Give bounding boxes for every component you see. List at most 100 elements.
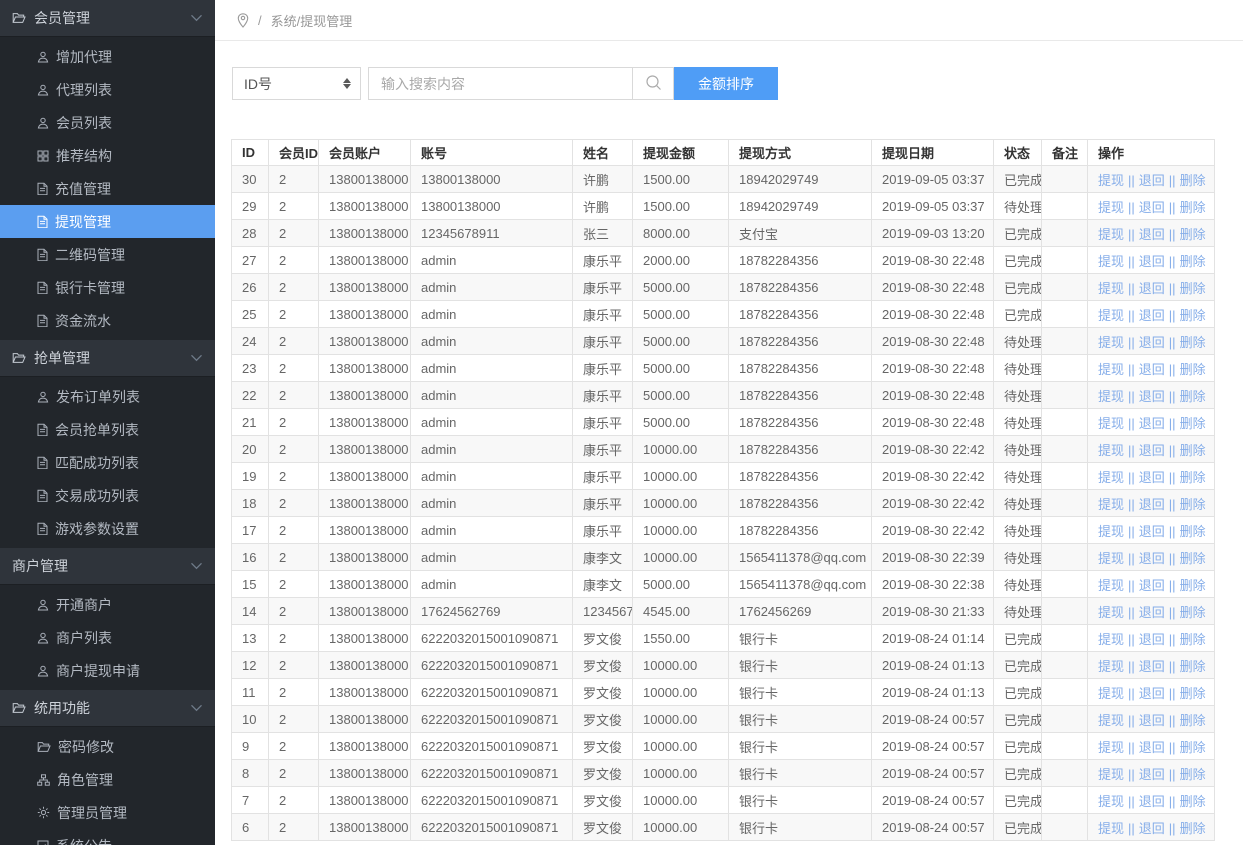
return-link[interactable]: 退回 [1139, 416, 1165, 431]
delete-link[interactable]: 删除 [1180, 578, 1206, 593]
withdraw-link[interactable]: 提现 [1098, 524, 1124, 539]
withdraw-link[interactable]: 提现 [1098, 767, 1124, 782]
sidebar-item[interactable]: 提现管理 [0, 205, 215, 238]
delete-link[interactable]: 删除 [1180, 200, 1206, 215]
withdraw-link[interactable]: 提现 [1098, 389, 1124, 404]
withdraw-link[interactable]: 提现 [1098, 227, 1124, 242]
sidebar-item[interactable]: 二维码管理 [0, 238, 215, 271]
sidebar-item[interactable]: 交易成功列表 [0, 479, 215, 512]
withdraw-link[interactable]: 提现 [1098, 686, 1124, 701]
return-link[interactable]: 退回 [1139, 227, 1165, 242]
delete-link[interactable]: 删除 [1180, 281, 1206, 296]
delete-link[interactable]: 删除 [1180, 389, 1206, 404]
withdraw-link[interactable]: 提现 [1098, 200, 1124, 215]
withdraw-link[interactable]: 提现 [1098, 713, 1124, 728]
delete-link[interactable]: 删除 [1180, 713, 1206, 728]
withdraw-link[interactable]: 提现 [1098, 254, 1124, 269]
return-link[interactable]: 退回 [1139, 308, 1165, 323]
delete-link[interactable]: 删除 [1180, 740, 1206, 755]
delete-link[interactable]: 删除 [1180, 632, 1206, 647]
withdraw-link[interactable]: 提现 [1098, 632, 1124, 647]
sidebar-group-header[interactable]: 商户管理 [0, 548, 215, 585]
return-link[interactable]: 退回 [1139, 740, 1165, 755]
return-link[interactable]: 退回 [1139, 659, 1165, 674]
withdraw-link[interactable]: 提现 [1098, 281, 1124, 296]
withdraw-link[interactable]: 提现 [1098, 659, 1124, 674]
sidebar-item[interactable]: 会员列表 [0, 106, 215, 139]
return-link[interactable]: 退回 [1139, 632, 1165, 647]
withdraw-link[interactable]: 提现 [1098, 362, 1124, 377]
delete-link[interactable]: 删除 [1180, 443, 1206, 458]
sidebar-item[interactable]: 代理列表 [0, 73, 215, 106]
amount-sort-button[interactable]: 金额排序 [674, 67, 778, 100]
withdraw-link[interactable]: 提现 [1098, 470, 1124, 485]
delete-link[interactable]: 删除 [1180, 497, 1206, 512]
return-link[interactable]: 退回 [1139, 551, 1165, 566]
delete-link[interactable]: 删除 [1180, 308, 1206, 323]
delete-link[interactable]: 删除 [1180, 362, 1206, 377]
sidebar-item[interactable]: 发布订单列表 [0, 380, 215, 413]
withdraw-link[interactable]: 提现 [1098, 605, 1124, 620]
return-link[interactable]: 退回 [1139, 578, 1165, 593]
return-link[interactable]: 退回 [1139, 605, 1165, 620]
delete-link[interactable]: 删除 [1180, 551, 1206, 566]
sidebar-group-header[interactable]: 统用功能 [0, 690, 215, 727]
withdraw-link[interactable]: 提现 [1098, 551, 1124, 566]
withdraw-link[interactable]: 提现 [1098, 794, 1124, 809]
delete-link[interactable]: 删除 [1180, 659, 1206, 674]
sidebar-item[interactable]: 游戏参数设置 [0, 512, 215, 545]
sidebar-item[interactable]: 商户提现申请 [0, 654, 215, 687]
delete-link[interactable]: 删除 [1180, 416, 1206, 431]
sidebar-item[interactable]: 会员抢单列表 [0, 413, 215, 446]
sidebar-item[interactable]: 开通商户 [0, 588, 215, 621]
sidebar-group-header[interactable]: 抢单管理 [0, 340, 215, 377]
delete-link[interactable]: 删除 [1180, 605, 1206, 620]
return-link[interactable]: 退回 [1139, 200, 1165, 215]
return-link[interactable]: 退回 [1139, 794, 1165, 809]
return-link[interactable]: 退回 [1139, 254, 1165, 269]
withdraw-link[interactable]: 提现 [1098, 578, 1124, 593]
withdraw-link[interactable]: 提现 [1098, 308, 1124, 323]
withdraw-link[interactable]: 提现 [1098, 173, 1124, 188]
delete-link[interactable]: 删除 [1180, 335, 1206, 350]
delete-link[interactable]: 删除 [1180, 686, 1206, 701]
sidebar-item[interactable]: 资金流水 [0, 304, 215, 337]
withdraw-link[interactable]: 提现 [1098, 335, 1124, 350]
return-link[interactable]: 退回 [1139, 713, 1165, 728]
withdraw-link[interactable]: 提现 [1098, 821, 1124, 836]
withdraw-link[interactable]: 提现 [1098, 497, 1124, 512]
return-link[interactable]: 退回 [1139, 524, 1165, 539]
return-link[interactable]: 退回 [1139, 173, 1165, 188]
delete-link[interactable]: 删除 [1180, 254, 1206, 269]
return-link[interactable]: 退回 [1139, 443, 1165, 458]
sidebar-item[interactable]: 商户列表 [0, 621, 215, 654]
return-link[interactable]: 退回 [1139, 821, 1165, 836]
sidebar-group-header[interactable]: 会员管理 [0, 0, 215, 37]
sidebar-item[interactable]: 系统公告 [0, 829, 215, 845]
return-link[interactable]: 退回 [1139, 686, 1165, 701]
sidebar-item[interactable]: 银行卡管理 [0, 271, 215, 304]
search-button[interactable] [633, 67, 674, 100]
return-link[interactable]: 退回 [1139, 389, 1165, 404]
withdraw-link[interactable]: 提现 [1098, 416, 1124, 431]
withdraw-link[interactable]: 提现 [1098, 740, 1124, 755]
return-link[interactable]: 退回 [1139, 497, 1165, 512]
delete-link[interactable]: 删除 [1180, 767, 1206, 782]
sidebar-item[interactable]: 充值管理 [0, 172, 215, 205]
sidebar-item[interactable]: 匹配成功列表 [0, 446, 215, 479]
sidebar-item[interactable]: 角色管理 [0, 763, 215, 796]
delete-link[interactable]: 删除 [1180, 821, 1206, 836]
sidebar-item[interactable]: 推荐结构 [0, 139, 215, 172]
return-link[interactable]: 退回 [1139, 470, 1165, 485]
delete-link[interactable]: 删除 [1180, 173, 1206, 188]
sidebar-item[interactable]: 密码修改 [0, 730, 215, 763]
return-link[interactable]: 退回 [1139, 767, 1165, 782]
delete-link[interactable]: 删除 [1180, 794, 1206, 809]
return-link[interactable]: 退回 [1139, 335, 1165, 350]
delete-link[interactable]: 删除 [1180, 524, 1206, 539]
sidebar-item[interactable]: 管理员管理 [0, 796, 215, 829]
delete-link[interactable]: 删除 [1180, 227, 1206, 242]
search-field-select[interactable]: ID号 [232, 67, 361, 100]
return-link[interactable]: 退回 [1139, 362, 1165, 377]
return-link[interactable]: 退回 [1139, 281, 1165, 296]
